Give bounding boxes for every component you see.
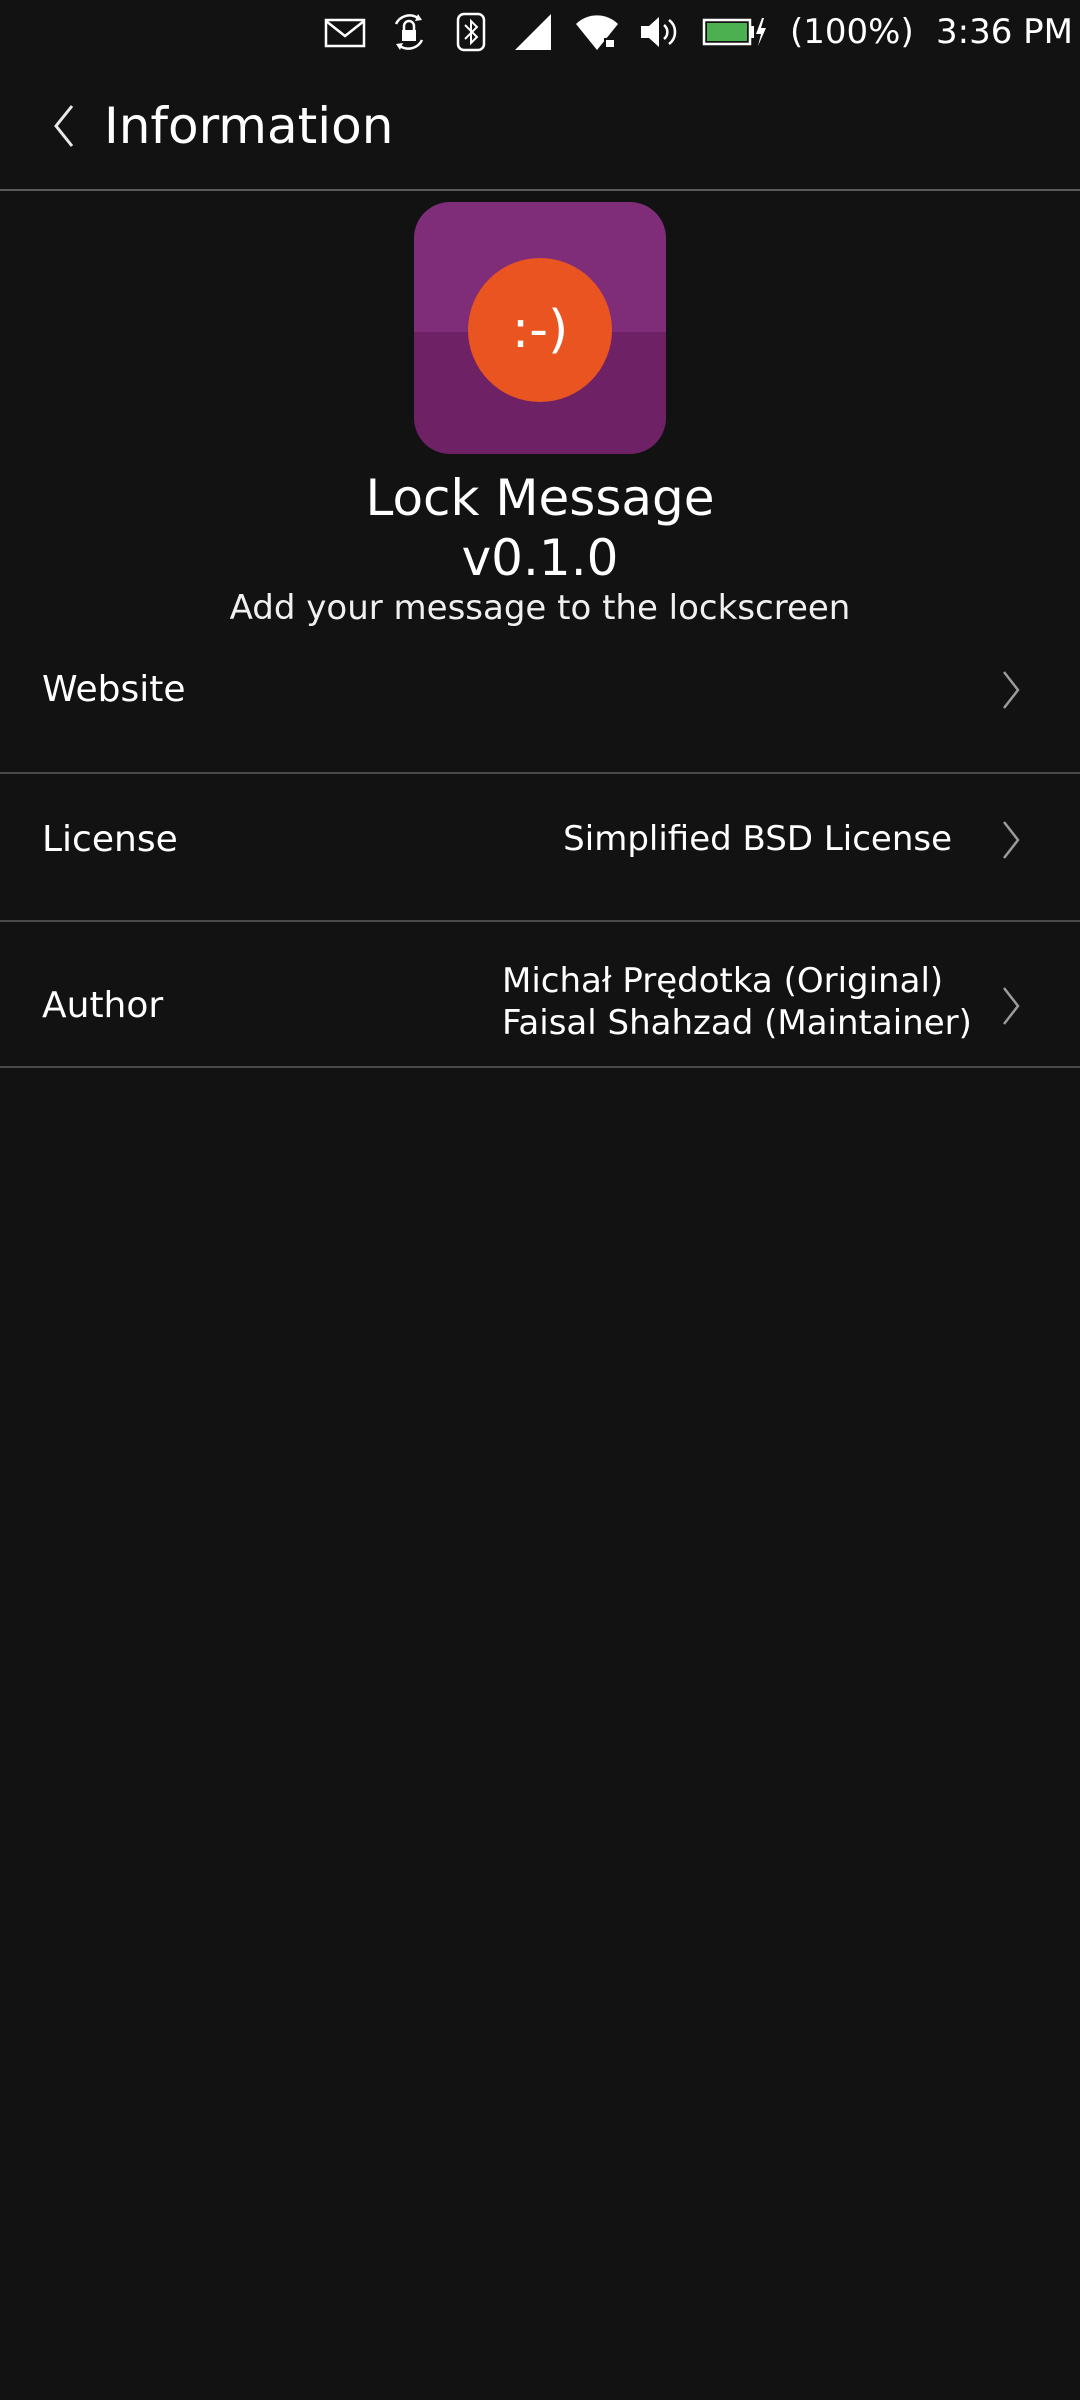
app-description: Add your message to the lockscreen [229, 588, 851, 628]
chevron-left-icon [54, 105, 74, 147]
rotation-lock-icon [394, 14, 424, 50]
author-row[interactable]: Author Michał Prędotka (Original) Faisal… [0, 922, 1080, 1068]
app-name: Lock Message [365, 469, 715, 527]
author-value: Michał Prędotka (Original) Faisal Shahza… [502, 960, 972, 1044]
app-version: v0.1.0 [461, 529, 619, 587]
website-label: Website [42, 669, 186, 710]
clock-time: 3:36 PM [936, 12, 1073, 52]
battery-percentage: (100%) [790, 12, 914, 52]
chevron-right-icon [1003, 671, 1020, 709]
author-original: Michał Prędotka (Original) [502, 961, 944, 1001]
battery-charging-icon [702, 18, 766, 46]
license-value: Simplified BSD License [563, 819, 952, 859]
volume-icon [641, 17, 677, 47]
wifi-icon [576, 15, 618, 51]
back-button[interactable] [40, 98, 88, 154]
chevron-right-icon [1003, 987, 1020, 1025]
app-icon: :-) [414, 202, 666, 454]
cellular-signal-icon [515, 14, 551, 50]
bluetooth-icon [456, 12, 486, 52]
page-title: Information [104, 97, 394, 155]
mail-icon [324, 18, 366, 48]
website-row[interactable]: Website [0, 632, 1080, 774]
page-header: Information [0, 64, 1080, 191]
app-icon-face: :-) [512, 300, 569, 360]
chevron-right-icon [1003, 821, 1020, 859]
license-row[interactable]: License Simplified BSD License [0, 774, 1080, 922]
license-label: License [42, 819, 178, 860]
author-label: Author [42, 985, 164, 1026]
author-maintainer: Faisal Shahzad (Maintainer) [502, 1003, 972, 1043]
status-bar: (100%) 3:36 PM [0, 0, 1080, 64]
